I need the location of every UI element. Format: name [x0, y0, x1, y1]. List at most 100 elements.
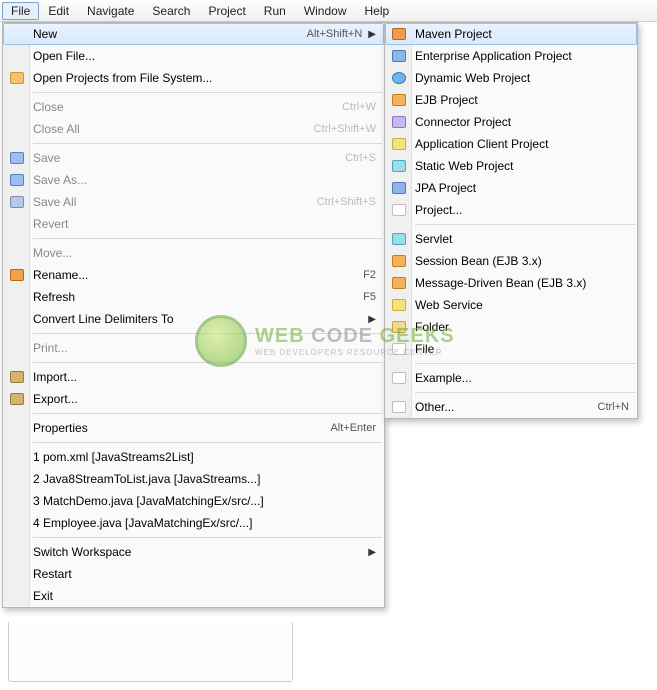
file-recent-2[interactable]: 2 Java8StreamToList.java [JavaStreams...… [3, 468, 384, 490]
new-file[interactable]: File [385, 338, 637, 360]
menu-label: Move... [33, 246, 376, 260]
file-restart[interactable]: Restart [3, 563, 384, 585]
file-new[interactable]: NewAlt+Shift+N▶ [3, 23, 384, 45]
file-import[interactable]: Import... [3, 366, 384, 388]
new-connector-project[interactable]: Connector Project [385, 111, 637, 133]
menu-label: Connector Project [415, 115, 629, 129]
menu-label: EJB Project [415, 93, 629, 107]
new-dynamic-web[interactable]: Dynamic Web Project [385, 67, 637, 89]
file-switch-ws[interactable]: Switch Workspace▶ [3, 541, 384, 563]
sq-plain-icon [389, 399, 409, 415]
sq-save-icon [7, 150, 27, 166]
shortcut-label: Alt+Enter [330, 422, 376, 434]
new-app-client[interactable]: Application Client Project [385, 133, 637, 155]
file-print[interactable]: Print... [3, 337, 384, 359]
menu-file[interactable]: File [2, 2, 39, 20]
blank-icon [7, 216, 27, 232]
new-jpa-project[interactable]: JPA Project [385, 177, 637, 199]
separator [415, 363, 635, 364]
file-open-projects[interactable]: Open Projects from File System... [3, 67, 384, 89]
file-open-file[interactable]: Open File... [3, 45, 384, 67]
new-example[interactable]: Example... [385, 367, 637, 389]
menu-edit[interactable]: Edit [39, 2, 78, 20]
new-other[interactable]: Other...Ctrl+N [385, 396, 637, 418]
blank-icon [7, 311, 27, 327]
new-maven-project[interactable]: Maven Project [385, 23, 637, 45]
file-recent-3[interactable]: 3 MatchDemo.java [JavaMatchingEx/src/...… [3, 490, 384, 512]
menu-label: Import... [33, 370, 376, 384]
separator [33, 238, 382, 239]
menu-label: Session Bean (EJB 3.x) [415, 254, 629, 268]
file-close[interactable]: CloseCtrl+W [3, 96, 384, 118]
file-recent-1[interactable]: 1 pom.xml [JavaStreams2List] [3, 446, 384, 468]
menu-project[interactable]: Project [199, 2, 254, 20]
file-move[interactable]: Move... [3, 242, 384, 264]
file-rename[interactable]: Rename...F2 [3, 264, 384, 286]
separator [33, 333, 382, 334]
menu-label: Enterprise Application Project [415, 49, 629, 63]
sq-yel-icon [389, 136, 409, 152]
blank-icon [7, 515, 27, 531]
separator [33, 92, 382, 93]
file-close-all[interactable]: Close AllCtrl+Shift+W [3, 118, 384, 140]
sq-orange-icon [389, 275, 409, 291]
menu-navigate[interactable]: Navigate [78, 2, 143, 20]
sq-saveall-icon [7, 194, 27, 210]
separator [33, 143, 382, 144]
menu-help[interactable]: Help [356, 2, 399, 20]
file-save[interactable]: SaveCtrl+S [3, 147, 384, 169]
file-save-as[interactable]: Save As... [3, 169, 384, 191]
new-session-bean[interactable]: Session Bean (EJB 3.x) [385, 250, 637, 272]
new-static-web[interactable]: Static Web Project [385, 155, 637, 177]
file-exit[interactable]: Exit [3, 585, 384, 607]
new-servlet[interactable]: Servlet [385, 228, 637, 250]
menu-window[interactable]: Window [295, 2, 356, 20]
blank-icon [7, 289, 27, 305]
blank-icon [7, 26, 27, 42]
menu-label: Properties [33, 421, 330, 435]
file-dropdown: NewAlt+Shift+N▶Open File...Open Projects… [2, 22, 385, 608]
file-export[interactable]: Export... [3, 388, 384, 410]
menu-label: Close All [33, 122, 314, 136]
sq-lav-icon [389, 114, 409, 130]
new-ejb-project[interactable]: EJB Project [385, 89, 637, 111]
menu-label: Application Client Project [415, 137, 629, 151]
menu-label: Maven Project [415, 27, 629, 41]
file-recent-4[interactable]: 4 Employee.java [JavaMatchingEx/src/...] [3, 512, 384, 534]
menu-label: Refresh [33, 290, 363, 304]
file-revert[interactable]: Revert [3, 213, 384, 235]
shortcut-label: Ctrl+S [345, 152, 376, 164]
new-folder[interactable]: Folder [385, 316, 637, 338]
blank-icon [7, 99, 27, 115]
sq-plain-icon [389, 341, 409, 357]
sq-cyan-icon [389, 158, 409, 174]
menu-label: Static Web Project [415, 159, 629, 173]
new-ear-project[interactable]: Enterprise Application Project [385, 45, 637, 67]
sq-save-icon [7, 172, 27, 188]
menu-label: 4 Employee.java [JavaMatchingEx/src/...] [33, 516, 376, 530]
new-project[interactable]: Project... [385, 199, 637, 221]
sq-cyan-icon [389, 231, 409, 247]
sq-folder-icon [7, 70, 27, 86]
menu-label: Dynamic Web Project [415, 71, 629, 85]
file-convert-line[interactable]: Convert Line Delimiters To▶ [3, 308, 384, 330]
file-refresh[interactable]: RefreshF5 [3, 286, 384, 308]
separator [33, 362, 382, 363]
shortcut-label: Ctrl+W [342, 101, 376, 113]
menu-label: Close [33, 100, 342, 114]
file-save-all[interactable]: Save AllCtrl+Shift+S [3, 191, 384, 213]
menu-run[interactable]: Run [255, 2, 295, 20]
new-mdb[interactable]: Message-Driven Bean (EJB 3.x) [385, 272, 637, 294]
shortcut-label: Ctrl+Shift+W [314, 123, 376, 135]
new-web-service[interactable]: Web Service [385, 294, 637, 316]
submenu-arrow-icon: ▶ [368, 29, 376, 40]
menu-search[interactable]: Search [143, 2, 199, 20]
shortcut-label: Ctrl+Shift+S [317, 196, 376, 208]
blank-icon [7, 340, 27, 356]
file-properties[interactable]: PropertiesAlt+Enter [3, 417, 384, 439]
menu-label: Save [33, 151, 345, 165]
blank-icon [7, 48, 27, 64]
blank-icon [7, 566, 27, 582]
menu-label: Save As... [33, 173, 376, 187]
menu-label: Restart [33, 567, 376, 581]
